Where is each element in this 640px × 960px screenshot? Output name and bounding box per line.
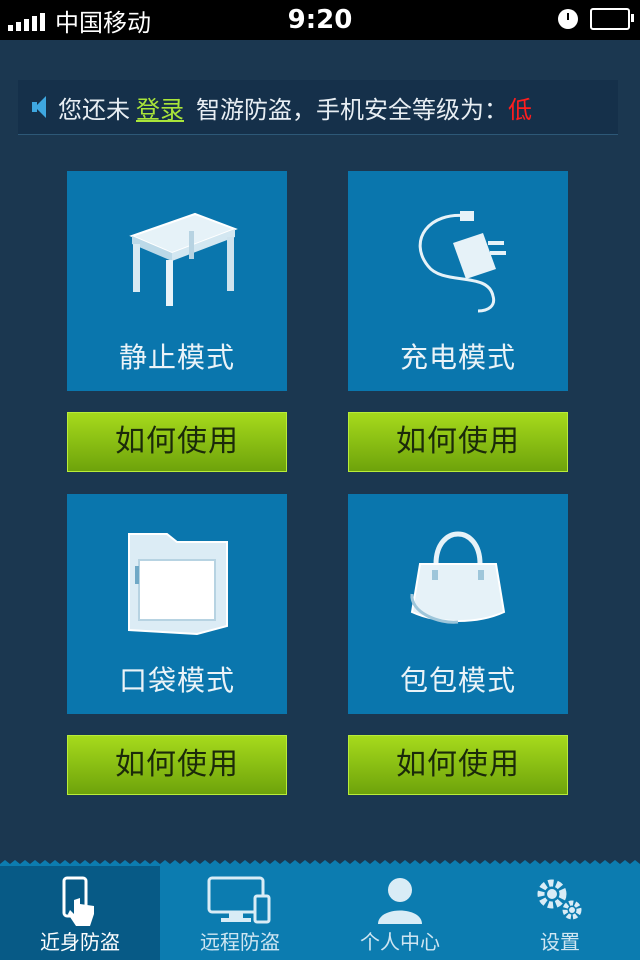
security-notice-bar: 您还未 登录 智游防盗，手机安全等级为： 低 bbox=[18, 80, 618, 135]
status-bar: 中国移动 9:20 bbox=[0, 0, 640, 40]
tab-label: 远程防盗 bbox=[200, 930, 280, 954]
mode-label: 包包模式 bbox=[399, 664, 516, 697]
how-to-use-button-bag[interactable]: 如何使用 bbox=[348, 735, 568, 795]
mode-tile-pocket[interactable]: 口袋模式 bbox=[67, 494, 287, 714]
charger-icon bbox=[418, 211, 506, 313]
tab-nearby-antitheft[interactable]: 近身防盗 bbox=[0, 866, 160, 960]
mode-label: 口袋模式 bbox=[118, 664, 235, 697]
person-icon bbox=[378, 878, 422, 924]
how-to-use-button-charging[interactable]: 如何使用 bbox=[348, 412, 568, 472]
tab-label: 近身防盗 bbox=[40, 930, 120, 954]
notice-middle: 智游防盗，手机安全等级为： bbox=[196, 95, 508, 124]
mode-label: 充电模式 bbox=[399, 341, 516, 374]
handbag-icon bbox=[410, 531, 506, 624]
mode-tile-bag[interactable]: 包包模式 bbox=[348, 494, 568, 714]
security-level: 低 bbox=[508, 95, 532, 124]
notice-prefix: 您还未 bbox=[58, 95, 130, 124]
speaker-icon bbox=[32, 96, 46, 118]
battery-charging-icon bbox=[590, 8, 634, 30]
login-link[interactable]: 登录 bbox=[136, 90, 184, 125]
tab-settings[interactable]: 设置 bbox=[480, 866, 640, 960]
mode-tile-charging[interactable]: 充电模式 bbox=[348, 171, 568, 391]
tab-remote-antitheft[interactable]: 远程防盗 bbox=[160, 866, 320, 960]
how-to-use-button-pocket[interactable]: 如何使用 bbox=[67, 735, 287, 795]
tab-label: 设置 bbox=[540, 930, 580, 954]
tab-personal-center[interactable]: 个人中心 bbox=[320, 866, 480, 960]
pocket-icon bbox=[128, 533, 228, 636]
monitor-phone-icon bbox=[207, 876, 271, 924]
gear-icon bbox=[537, 879, 582, 920]
tab-label: 个人中心 bbox=[360, 930, 440, 954]
alarm-clock-icon bbox=[558, 9, 578, 29]
status-time: 9:20 bbox=[287, 5, 353, 35]
how-to-use-button-still[interactable]: 如何使用 bbox=[67, 412, 287, 472]
table-icon bbox=[129, 212, 238, 306]
bottom-tab-bar: 近身防盗 远程防盗 个人中心 设置 bbox=[0, 866, 640, 960]
hand-phone-icon bbox=[62, 876, 94, 926]
mode-label: 静止模式 bbox=[118, 341, 235, 374]
mode-tile-still[interactable]: 静止模式 bbox=[67, 171, 287, 391]
